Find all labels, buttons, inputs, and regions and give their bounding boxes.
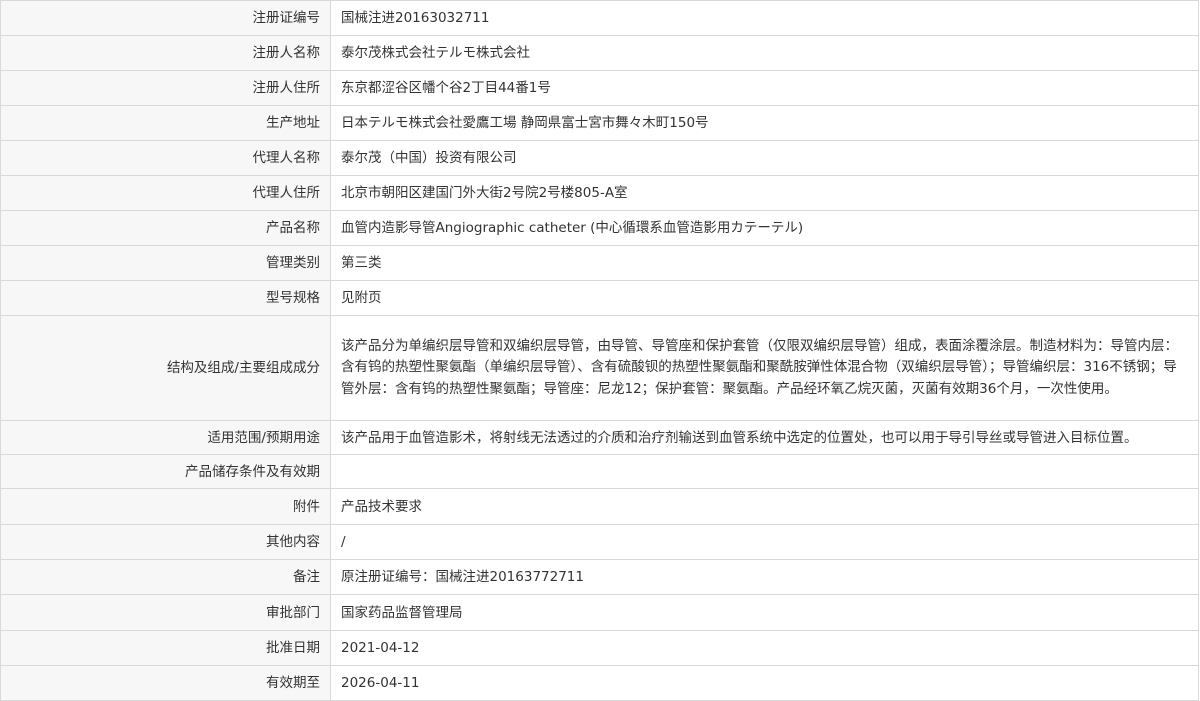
row-value-intended-use: 该产品用于血管造影术，将射线无法透过的介质和治疗剂输送到血管系统中选定的位置处，…: [330, 420, 1199, 455]
table-row: 批准日期 2021-04-12: [0, 630, 1199, 666]
table-row: 代理人名称 泰尔茂（中国）投资有限公司: [0, 140, 1199, 176]
row-value-registrant-name: 泰尔茂株式会社テルモ株式会社: [330, 35, 1199, 71]
row-label-product-name: 产品名称: [0, 210, 331, 246]
row-label-model-spec: 型号规格: [0, 280, 331, 316]
row-value-structure-composition: 该产品分为单编织层导管和双编织层导管，由导管、导管座和保护套管（仅限双编织层导管…: [330, 315, 1199, 421]
row-label-valid-until: 有效期至: [0, 665, 331, 701]
row-value-agent-address: 北京市朝阳区建国门外大街2号院2号楼805-A室: [330, 175, 1199, 211]
row-label-structure-composition: 结构及组成/主要组成成分: [0, 315, 331, 421]
table-row: 产品名称 血管内造影导管Angiographic catheter (中心循環系…: [0, 210, 1199, 246]
row-value-valid-until: 2026-04-11: [330, 665, 1199, 701]
row-label-other-content: 其他内容: [0, 524, 331, 560]
row-label-management-category: 管理类别: [0, 245, 331, 281]
row-value-remarks: 原注册证编号：国械注进20163772711: [330, 559, 1199, 595]
row-label-registrant-name: 注册人名称: [0, 35, 331, 71]
table-row: 注册人名称 泰尔茂株式会社テルモ株式会社: [0, 35, 1199, 71]
row-value-registrant-address: 东京都涩谷区幡个谷2丁目44番1号: [330, 70, 1199, 106]
row-label-attachments: 附件: [0, 488, 331, 525]
table-row: 结构及组成/主要组成成分 该产品分为单编织层导管和双编织层导管，由导管、导管座和…: [0, 315, 1199, 421]
row-label-agent-address: 代理人住所: [0, 175, 331, 211]
table-row: 适用范围/预期用途 该产品用于血管造影术，将射线无法透过的介质和治疗剂输送到血管…: [0, 420, 1199, 455]
table-row: 备注 原注册证编号：国械注进20163772711: [0, 559, 1199, 595]
table-row: 附件 产品技术要求: [0, 488, 1199, 525]
row-label-registration-number: 注册证编号: [0, 0, 331, 36]
row-value-registration-number: 国械注进20163032711: [330, 0, 1199, 36]
row-value-other-content: /: [330, 524, 1199, 560]
row-value-storage-conditions: [330, 454, 1199, 489]
row-value-management-category: 第三类: [330, 245, 1199, 281]
row-label-registrant-address: 注册人住所: [0, 70, 331, 106]
table-row: 型号规格 见附页: [0, 280, 1199, 316]
table-row: 有效期至 2026-04-11: [0, 665, 1199, 701]
table-row: 其他内容 /: [0, 524, 1199, 560]
row-value-product-name: 血管内造影导管Angiographic catheter (中心循環系血管造影用…: [330, 210, 1199, 246]
row-value-attachments: 产品技术要求: [330, 488, 1199, 525]
row-value-approval-date: 2021-04-12: [330, 630, 1199, 666]
row-value-production-address: 日本テルモ株式会社愛鷹工場 静岡県富士宮市舞々木町150号: [330, 105, 1199, 141]
row-label-storage-conditions: 产品储存条件及有效期: [0, 454, 331, 489]
row-value-model-spec: 见附页: [330, 280, 1199, 316]
table-row: 管理类别 第三类: [0, 245, 1199, 281]
registration-detail-table: 注册证编号 国械注进20163032711 注册人名称 泰尔茂株式会社テルモ株式…: [0, 0, 1199, 701]
table-row: 生产地址 日本テルモ株式会社愛鷹工場 静岡県富士宮市舞々木町150号: [0, 105, 1199, 141]
row-label-approval-date: 批准日期: [0, 630, 331, 666]
table-row: 审批部门 国家药品监督管理局: [0, 594, 1199, 631]
row-value-approval-department: 国家药品监督管理局: [330, 594, 1199, 631]
row-label-intended-use: 适用范围/预期用途: [0, 420, 331, 455]
row-label-approval-department: 审批部门: [0, 594, 331, 631]
table-row: 注册证编号 国械注进20163032711: [0, 0, 1199, 36]
row-label-remarks: 备注: [0, 559, 331, 595]
row-value-agent-name: 泰尔茂（中国）投资有限公司: [330, 140, 1199, 176]
row-label-production-address: 生产地址: [0, 105, 331, 141]
table-row: 代理人住所 北京市朝阳区建国门外大街2号院2号楼805-A室: [0, 175, 1199, 211]
table-row: 注册人住所 东京都涩谷区幡个谷2丁目44番1号: [0, 70, 1199, 106]
table-row: 产品储存条件及有效期: [0, 454, 1199, 489]
row-label-agent-name: 代理人名称: [0, 140, 331, 176]
